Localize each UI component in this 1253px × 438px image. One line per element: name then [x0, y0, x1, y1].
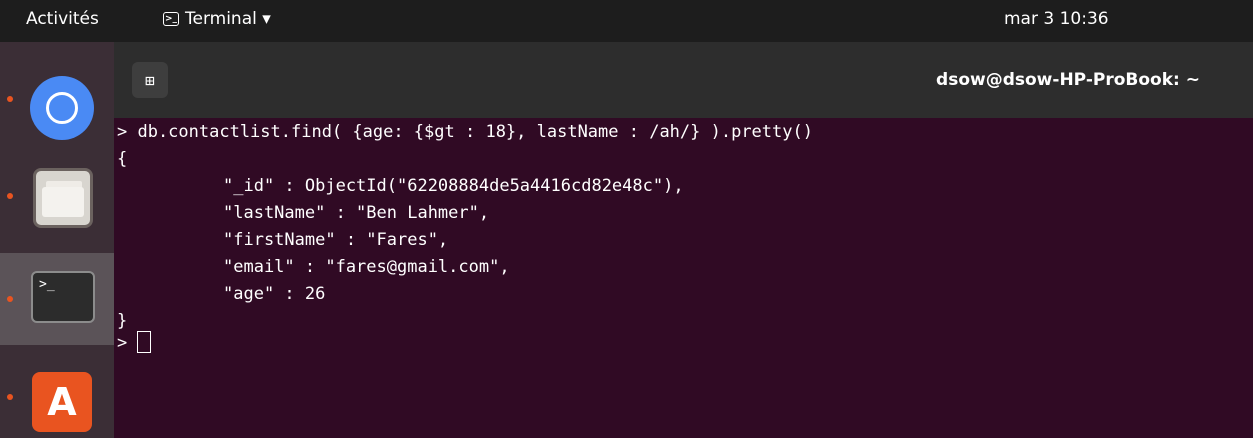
field-line: "email" : "fares@gmail.com", [223, 257, 510, 277]
terminal-header-bar: ⊞ dsow@dsow-HP-ProBook: ~ [114, 42, 1253, 118]
prompt: > [117, 333, 138, 353]
field-line: "_id" : ObjectId("62208884de5a4416cd82e4… [223, 176, 684, 196]
prompt-line: > [117, 331, 152, 355]
field-line: "firstName" : "Fares", [223, 230, 449, 250]
new-tab-button[interactable]: ⊞ [132, 62, 168, 98]
dock-item-software[interactable]: A [0, 42, 114, 432]
terminal-app-icon: >_ [163, 12, 179, 26]
open-brace: { [117, 149, 128, 169]
close-brace: } [117, 311, 128, 331]
running-indicator [7, 296, 13, 302]
terminal-icon: >_ [31, 271, 95, 323]
dock: >_ A [0, 42, 114, 438]
files-icon [33, 168, 93, 228]
app-menu-label: Terminal ▾ [185, 9, 271, 29]
field-line: "lastName" : "Ben Lahmer", [223, 203, 490, 223]
app-menu-button[interactable]: >_ Terminal ▾ [163, 9, 271, 29]
running-indicator [7, 394, 13, 400]
field-line: "age" : 26 [223, 284, 326, 304]
software-store-icon: A [32, 372, 92, 432]
terminal-output[interactable]: > db.contactlist.find( {age: {$gt : 18},… [114, 118, 1253, 438]
dock-item-terminal[interactable]: >_ [0, 253, 114, 345]
text-cursor[interactable] [137, 331, 152, 353]
clock[interactable]: mar 3 10:36 [1004, 9, 1109, 29]
command-line: > db.contactlist.find( {age: {$gt : 18},… [117, 122, 813, 142]
activities-button[interactable]: Activités [26, 9, 99, 29]
running-indicator [7, 193, 13, 199]
window-title: dsow@dsow-HP-ProBook: ~ [936, 70, 1200, 90]
top-bar: Activités >_ Terminal ▾ mar 3 10:36 [0, 0, 1253, 42]
